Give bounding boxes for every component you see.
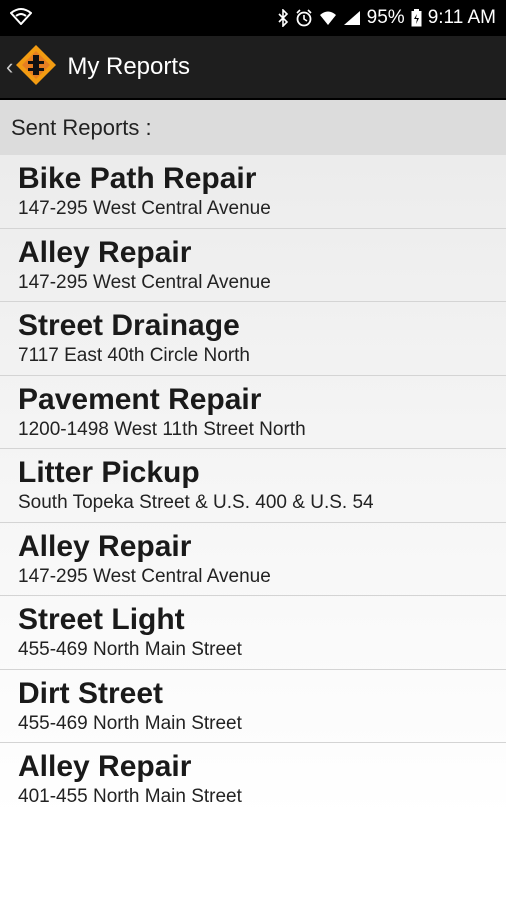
battery-charging-icon [411,9,422,27]
report-title: Alley Repair [18,750,192,783]
report-title: Pavement Repair [18,382,262,416]
report-address: 147-295 West Central Avenue [18,198,271,219]
status-left [9,7,33,30]
page-title: My Reports [67,53,191,80]
report-title: Alley Repair [18,529,192,563]
action-bar: ‹ My Reports [0,36,506,100]
bluetooth-icon [277,9,289,27]
list-item[interactable]: Street Drainage 7117 East 40th Circle No… [0,302,506,376]
battery-percent: 95% [366,7,405,28]
chevron-left-icon: ‹ [6,54,14,79]
report-title: Street Light [18,603,185,636]
report-address: 401-455 North Main Street [18,786,242,807]
report-title: Bike Path Repair [18,162,257,195]
list-item[interactable]: Alley Repair 147-295 West Central Avenue [0,523,506,596]
report-title: Litter Pickup [18,456,200,489]
status-right: 95% 9:11 AM [277,7,496,29]
reports-list: Bike Path Repair 147-295 West Central Av… [0,155,506,817]
report-address: 7117 East 40th Circle North [18,345,250,366]
report-address: 147-295 West Central Avenue [18,271,271,293]
section-header: Sent Reports : [0,100,506,155]
list-item[interactable]: Pavement Repair 1200-1498 West 11th Stre… [0,376,506,449]
back-button[interactable]: ‹ [0,36,57,98]
report-address: 455-469 North Main Street [18,639,242,660]
list-item[interactable]: Alley Repair 147-295 West Central Avenue [0,229,506,302]
list-item[interactable]: Litter Pickup South Topeka Street & U.S.… [0,449,506,523]
status-bar: 95% 9:11 AM [0,0,506,36]
report-title: Dirt Street [18,676,164,710]
report-address: 1200-1498 West 11th Street North [18,418,306,440]
list-item[interactable]: Alley Repair 401-455 North Main Street [0,743,506,817]
list-item[interactable]: Dirt Street 455-469 North Main Street [0,670,506,743]
wifi-calling-icon [9,7,33,30]
report-title: Alley Repair [18,235,192,269]
report-address: 147-295 West Central Avenue [18,565,271,587]
list-item[interactable]: Street Light 455-469 North Main Street [0,596,506,670]
list-item[interactable]: Bike Path Repair 147-295 West Central Av… [0,155,506,229]
signal-icon [343,10,361,26]
report-address: 455-469 North Main Street [18,712,242,734]
app-logo-icon [15,44,57,91]
clock-time: 9:11 AM [427,7,496,28]
report-title: Street Drainage [18,309,240,342]
wifi-icon [319,10,337,26]
alarm-icon [295,9,313,27]
report-address: South Topeka Street & U.S. 400 & U.S. 54 [18,492,374,513]
